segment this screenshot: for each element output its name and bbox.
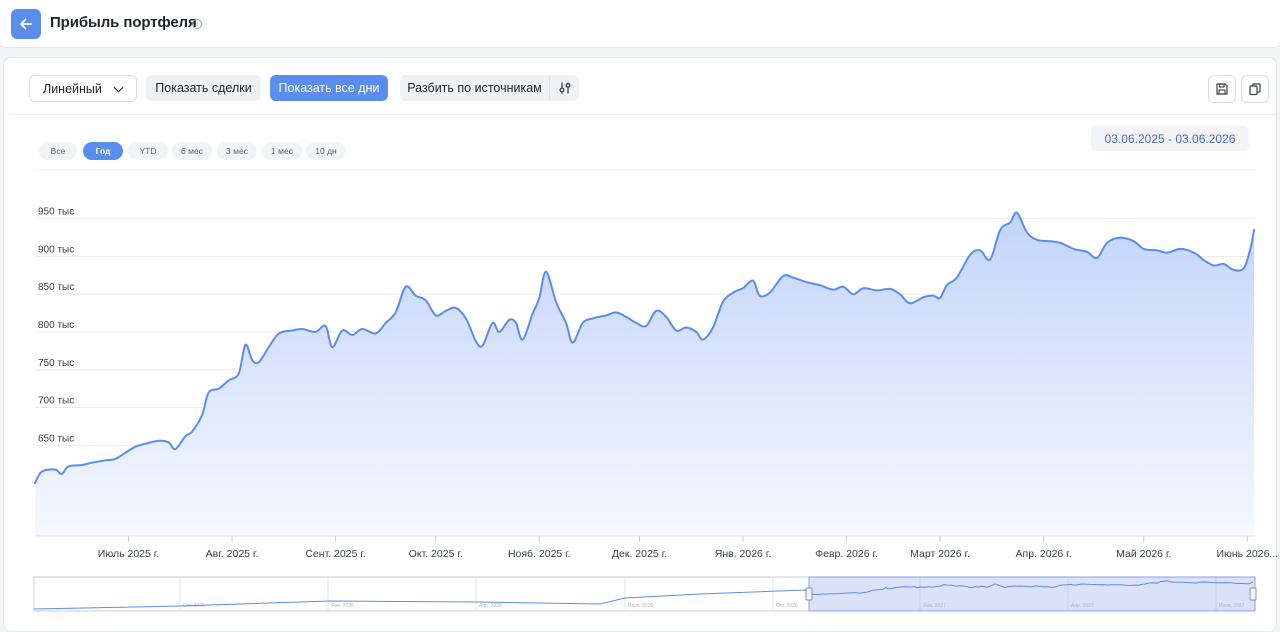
range-chip-3m[interactable]: 3 мес	[217, 142, 257, 160]
chart-type-value: Линейный	[43, 81, 102, 96]
save-icon	[1216, 83, 1228, 95]
chart-type-select[interactable]: Линейный	[29, 75, 137, 102]
range-chip-year[interactable]: Год	[83, 142, 123, 160]
filter-settings-button[interactable]	[549, 75, 579, 101]
info-icon[interactable]: i	[192, 19, 202, 29]
date-range-display[interactable]: 03.06.2025 - 03.06.2026	[1091, 126, 1249, 151]
page-title: Прибыль портфеля	[50, 14, 197, 31]
show-deals-button[interactable]: Показать сделки	[146, 75, 261, 101]
back-button[interactable]	[11, 9, 41, 39]
sliders-icon	[558, 82, 571, 94]
save-button[interactable]	[1208, 75, 1236, 103]
copy-button[interactable]	[1241, 75, 1269, 103]
page-header: Прибыль портфеля i	[0, 0, 1280, 48]
show-all-days-button[interactable]: Показать все дни	[270, 75, 388, 101]
range-chip-10d[interactable]: 10 дн	[306, 142, 346, 160]
chart-panel: Линейный Показать сделки Показать все дн…	[3, 57, 1277, 632]
chart-toolbar: Линейный Показать сделки Показать все дн…	[4, 58, 1276, 115]
chevron-down-icon	[113, 82, 124, 93]
range-chip-1m[interactable]: 1 мес	[262, 142, 302, 160]
range-chip-all[interactable]: Все	[39, 142, 77, 160]
split-by-sources-button[interactable]: Разбить по источникам	[400, 75, 549, 101]
range-chip-ytd[interactable]: YTD	[128, 142, 168, 160]
arrow-left-icon	[20, 18, 32, 30]
copy-icon	[1249, 83, 1261, 96]
range-chip-6m[interactable]: 6 мес	[172, 142, 212, 160]
